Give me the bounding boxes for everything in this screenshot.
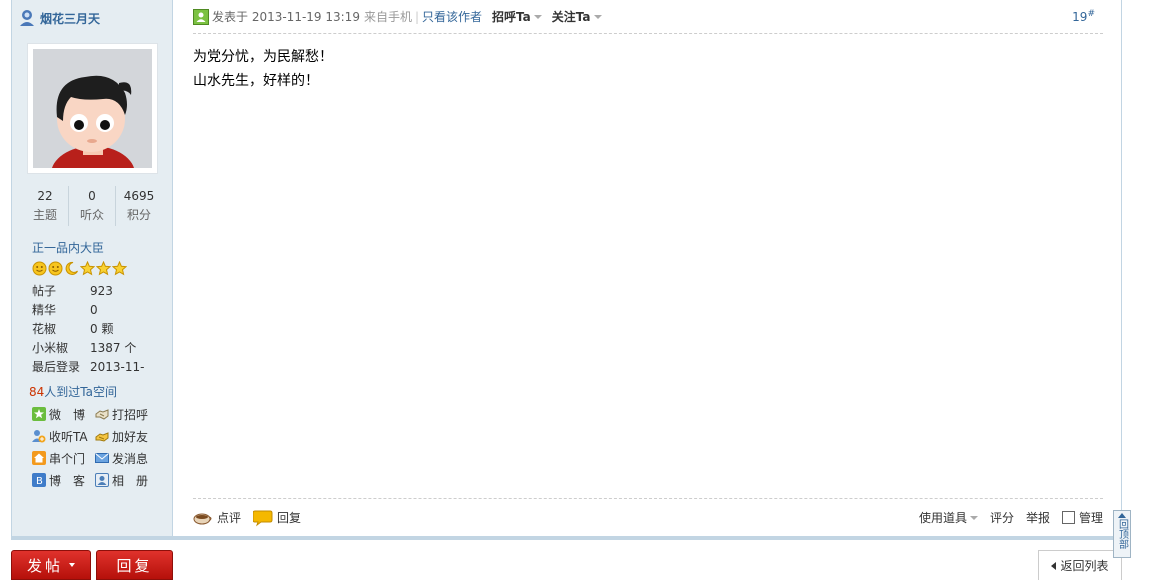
- chevron-down-icon: [593, 14, 602, 19]
- send-message-link[interactable]: 发消息: [95, 450, 158, 466]
- user-stats: 22 主题 0 听众 4695 积分: [22, 186, 162, 226]
- coffee-cup-icon: [193, 513, 212, 524]
- listen-link[interactable]: 收听TA: [32, 428, 95, 444]
- rank-stars: [32, 261, 127, 276]
- manage-checkbox[interactable]: [1061, 511, 1075, 524]
- post-bottom-border: [11, 536, 1122, 540]
- sun-icon: [48, 261, 63, 276]
- visit-space-link[interactable]: 串个门: [32, 450, 95, 466]
- stat-points[interactable]: 4695 积分: [115, 186, 162, 226]
- greet-link[interactable]: 打招呼: [95, 406, 158, 422]
- stat-threads[interactable]: 22 主题: [22, 186, 68, 226]
- star-icon: [80, 261, 95, 276]
- sun-icon: [32, 261, 47, 276]
- separator: |: [414, 9, 420, 24]
- avatar[interactable]: [27, 43, 158, 174]
- online-user-icon: [20, 10, 34, 26]
- rate-link[interactable]: 评分: [990, 509, 1014, 526]
- author-name-link[interactable]: 烟花三月天: [40, 10, 100, 27]
- back-to-top-button[interactable]: 回顶部: [1113, 510, 1131, 558]
- message-line: 山水先生，好样的！: [193, 73, 319, 89]
- post-message: 为党分忧，为民解愁！ 山水先生，好样的！: [193, 34, 1103, 93]
- blog-icon: B: [32, 473, 46, 487]
- message-line: 为党分忧，为民解愁！: [193, 49, 333, 65]
- weibo-icon: [32, 407, 46, 421]
- star-icon: [112, 261, 127, 276]
- space-visits-link[interactable]: 84人到过Ta空间: [29, 383, 117, 400]
- moon-icon: [65, 261, 78, 275]
- author-sidebar: 烟花三月天 22 主题 0 听众 4695 积分 正一品内大臣 帖子 923 精…: [12, 0, 173, 539]
- post-time: 发表于 2013-11-19 13:19: [212, 10, 360, 24]
- chevron-down-icon: [533, 14, 542, 19]
- album-icon: [95, 473, 109, 487]
- post-content-area: 发表于 2013-11-19 13:19 来自手机 | 只看该作者 招呼Ta 关…: [193, 0, 1103, 539]
- svg-text:B: B: [36, 476, 43, 487]
- post-device: 来自手机: [363, 10, 412, 24]
- follow-dropdown[interactable]: 关注Ta: [552, 8, 602, 25]
- info-row-digest: 精华 0: [32, 303, 98, 317]
- arrow-left-icon: [1051, 561, 1057, 570]
- info-row-posts: 帖子 923: [32, 284, 113, 298]
- mail-icon: [95, 453, 109, 463]
- post-actions-right: 使用道具 评分 举报 管理: [919, 509, 1103, 526]
- star-icon: [96, 261, 111, 276]
- home-icon: [32, 451, 46, 465]
- handshake-icon: [95, 409, 109, 420]
- stat-listeners[interactable]: 0 听众: [68, 186, 115, 226]
- author-post-icon: [193, 8, 209, 25]
- post-info-bar: 发表于 2013-11-19 13:19 来自手机 | 只看该作者 招呼Ta 关…: [193, 0, 1103, 34]
- chevron-down-icon: [69, 563, 75, 567]
- post-actions-bar: 点评 回复 使用道具 评分 举报 管理: [193, 498, 1103, 536]
- weibo-link[interactable]: 微 博: [32, 406, 95, 422]
- reply-button[interactable]: 回复: [253, 509, 301, 527]
- blog-link[interactable]: B 博 客: [32, 472, 95, 488]
- report-link[interactable]: 举报: [1026, 509, 1050, 526]
- post-container: 烟花三月天 22 主题 0 听众 4695 积分 正一品内大臣 帖子 923 精…: [11, 0, 1122, 540]
- listen-icon: [32, 430, 46, 443]
- add-friend-icon: [95, 432, 109, 442]
- user-rank-link[interactable]: 正一品内大臣: [32, 239, 104, 256]
- floor-number-link[interactable]: 19#: [1072, 9, 1095, 24]
- arrow-up-icon: [1118, 513, 1126, 518]
- comment-button[interactable]: 点评: [193, 509, 241, 527]
- info-row-small-pepper: 小米椒 1387 个: [32, 341, 137, 355]
- greet-dropdown[interactable]: 招呼Ta: [492, 8, 542, 25]
- add-friend-link[interactable]: 加好友: [95, 428, 158, 444]
- use-tools-dropdown[interactable]: 使用道具: [919, 509, 978, 526]
- info-row-pepper: 花椒 0 颗: [32, 322, 114, 336]
- album-link[interactable]: 相 册: [95, 472, 158, 488]
- speech-bubble-icon: [253, 510, 273, 526]
- only-author-link[interactable]: 只看该作者: [422, 8, 482, 25]
- manage-checkbox-label[interactable]: 管理: [1061, 509, 1103, 526]
- avatar-image: [33, 49, 152, 168]
- info-row-last-login: 最后登录 2013-11-: [32, 360, 145, 374]
- chevron-down-icon: [969, 515, 978, 520]
- user-action-links: 微 博 打招呼 收听TA 加好友 串个门 发消息 B 博 客 相 册: [32, 406, 162, 488]
- author-header: 烟花三月天: [18, 6, 100, 30]
- user-info-list: 帖子 923 精华 0 花椒 0 颗 小米椒 1387 个 最后登录 2013-11-: [32, 282, 162, 377]
